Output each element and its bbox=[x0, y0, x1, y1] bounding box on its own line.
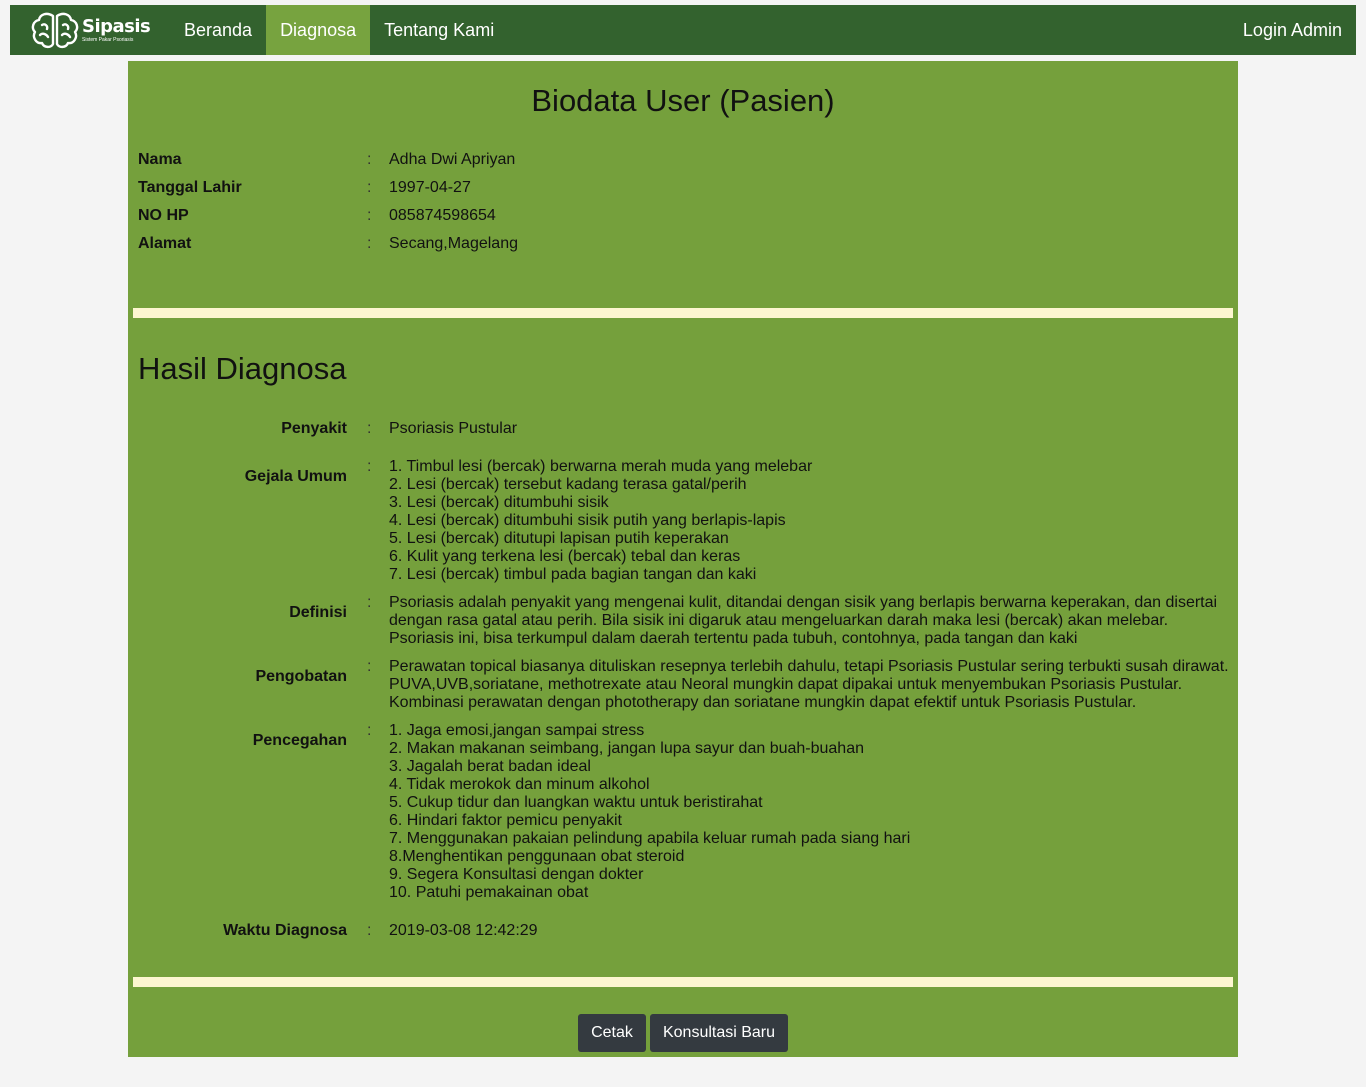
list-item: 1. Timbul lesi (bercak) berwarna merah m… bbox=[389, 458, 813, 475]
text-line: Kombinasi perawatan dengan phototherapy … bbox=[389, 694, 1137, 711]
pengobatan-label: Pengobatan bbox=[255, 668, 347, 685]
alamat-label: Alamat bbox=[138, 235, 192, 252]
alamat-value: Secang,Magelang bbox=[389, 235, 518, 252]
text-line: Psoriasis adalah penyakit yang mengenai … bbox=[389, 594, 1218, 611]
penyakit-value: Psoriasis Pustular bbox=[389, 420, 518, 437]
list-item: 4. Lesi (bercak) ditumbuhi sisik putih y… bbox=[389, 512, 786, 529]
list-item: 1. Jaga emosi,jangan sampai stress bbox=[389, 722, 645, 739]
pengobatan-text: Perawatan topical biasanya dituliskan re… bbox=[389, 658, 1229, 712]
pencegahan-label: Pencegahan bbox=[252, 732, 347, 749]
brand-logo[interactable]: Sipasis Sistem Pakar Psoriasis bbox=[10, 5, 170, 55]
text-line: dengan rasa gatal atau perih. Bila sisik… bbox=[389, 612, 1169, 629]
tanggal-lahir-value: 1997-04-27 bbox=[389, 179, 471, 196]
tanggal-lahir-label: Tanggal Lahir bbox=[138, 179, 242, 196]
list-item: 8.Menghentikan penggunaan obat steroid bbox=[389, 848, 685, 865]
pencegahan-colon: : bbox=[367, 722, 372, 739]
no-hp-value: 085874598654 bbox=[389, 207, 496, 224]
list-item: 5. Cukup tidur dan luangkan waktu untuk … bbox=[389, 794, 763, 811]
waktu-diagnosa-label: Waktu Diagnosa bbox=[223, 922, 347, 939]
brand-name: Sipasis bbox=[82, 15, 151, 37]
brand-subtitle: Sistem Pakar Psoriasis bbox=[82, 36, 134, 43]
list-item: 7. Lesi (bercak) timbul pada bagian tang… bbox=[389, 566, 757, 583]
nav-beranda[interactable]: Beranda bbox=[170, 5, 266, 55]
list-item: 10. Patuhi pemakainan obat bbox=[389, 884, 589, 901]
no-hp-colon: : bbox=[367, 207, 372, 224]
nav-tentang-kami[interactable]: Tentang Kami bbox=[370, 5, 508, 55]
main-panel: Biodata User (Pasien) Nama : Adha Dwi Ap… bbox=[128, 61, 1238, 1057]
nama-label: Nama bbox=[138, 151, 182, 168]
list-item: 6. Kulit yang terkena lesi (bercak) teba… bbox=[389, 548, 741, 565]
waktu-diagnosa-colon: : bbox=[367, 922, 372, 939]
no-hp-label: NO HP bbox=[138, 207, 189, 224]
hasil-diagnosa-title: Hasil Diagnosa bbox=[138, 351, 347, 386]
definisi-text: Psoriasis adalah penyakit yang mengenai … bbox=[389, 594, 1217, 648]
waktu-diagnosa-value: 2019-03-08 12:42:29 bbox=[389, 922, 538, 939]
gejala-umum-label: Gejala Umum bbox=[244, 468, 347, 485]
list-item: 6. Hindari faktor pemicu penyakit bbox=[389, 812, 622, 829]
nav-diagnosa[interactable]: Diagnosa bbox=[266, 5, 371, 55]
list-item: 2. Lesi (bercak) tersebut kadang terasa … bbox=[389, 476, 747, 493]
nama-colon: : bbox=[367, 151, 372, 168]
gejala-umum-list: 1. Timbul lesi (bercak) berwarna merah m… bbox=[389, 458, 812, 584]
list-item: 3. Lesi (bercak) ditumbuhi sisik bbox=[389, 494, 609, 511]
text-line: Psoriasis ini, bisa terkumpul dalam daer… bbox=[389, 630, 1078, 647]
cetak-button[interactable]: Cetak bbox=[578, 1014, 646, 1052]
pengobatan-colon: : bbox=[367, 658, 372, 675]
separator-bar bbox=[133, 977, 1233, 987]
tanggal-lahir-colon: : bbox=[367, 179, 372, 196]
gejala-umum-colon: : bbox=[367, 458, 372, 475]
biodata-title: Biodata User (Pasien) bbox=[531, 83, 835, 118]
alamat-colon: : bbox=[367, 235, 372, 252]
konsultasi-baru-button[interactable]: Konsultasi Baru bbox=[650, 1014, 788, 1052]
list-item: 3. Jagalah berat badan ideal bbox=[389, 758, 591, 775]
penyakit-label: Penyakit bbox=[281, 420, 347, 437]
text-line: Perawatan topical biasanya dituliskan re… bbox=[389, 658, 1229, 675]
list-item: 2. Makan makanan seimbang, jangan lupa s… bbox=[389, 740, 864, 757]
list-item: 5. Lesi (bercak) ditutupi lapisan putih … bbox=[389, 530, 729, 547]
definisi-label: Definisi bbox=[289, 604, 347, 621]
list-item: 4. Tidak merokok dan minum alkohol bbox=[389, 776, 650, 793]
navbar: Sipasis Sistem Pakar Psoriasis Beranda D… bbox=[10, 5, 1356, 55]
nav-login-admin[interactable]: Login Admin bbox=[1229, 5, 1356, 55]
definisi-colon: : bbox=[367, 594, 372, 611]
list-item: 7. Menggunakan pakaian pelindung apabila… bbox=[389, 830, 911, 847]
penyakit-colon: : bbox=[367, 420, 372, 437]
list-item: 9. Segera Konsultasi dengan dokter bbox=[389, 866, 644, 883]
text-line: PUVA,UVB,soriatane, methotrexate atau Ne… bbox=[389, 676, 1183, 693]
separator-bar bbox=[133, 308, 1233, 318]
pencegahan-list: 1. Jaga emosi,jangan sampai stress 2. Ma… bbox=[389, 722, 910, 902]
nama-value: Adha Dwi Apriyan bbox=[389, 151, 516, 168]
brain-logo-icon bbox=[31, 12, 79, 49]
